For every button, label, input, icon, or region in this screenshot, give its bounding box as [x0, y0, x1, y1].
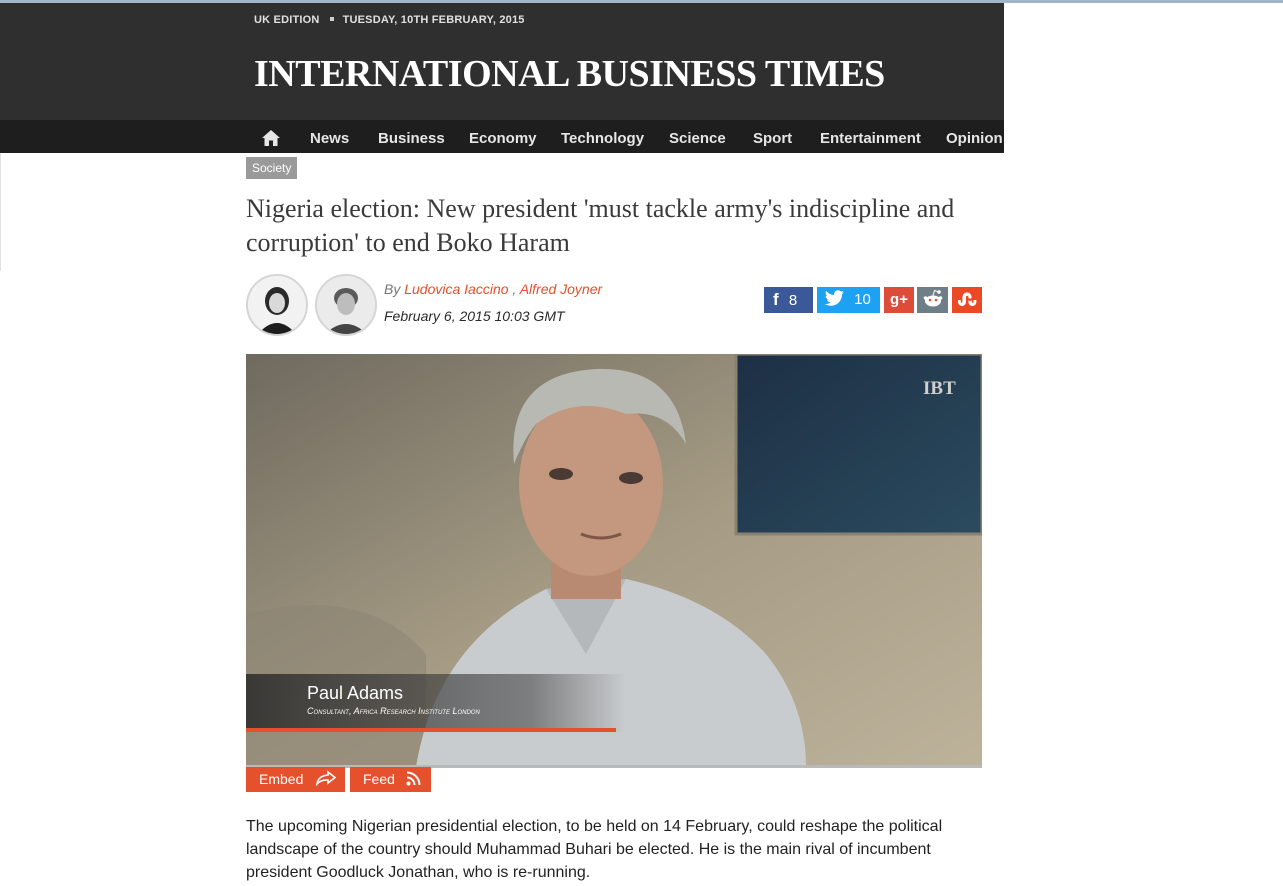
share-arrow-icon: [316, 770, 337, 787]
facebook-icon: f: [773, 290, 779, 309]
google-plus-share-button[interactable]: g+: [884, 287, 914, 313]
facebook-share-button[interactable]: f 8: [764, 287, 813, 313]
article-headline: Nigeria election: New president 'must ta…: [246, 194, 955, 257]
nav-business[interactable]: Business: [378, 130, 445, 147]
nav-right-blank: [1004, 120, 1283, 153]
separator-dot: [329, 17, 334, 22]
rss-icon: [406, 771, 421, 786]
author-avatar-2[interactable]: [315, 274, 377, 336]
nav-entertainment[interactable]: Entertainment: [820, 130, 921, 147]
publish-date: February 6, 2015 10:03 GMT: [384, 308, 565, 324]
google-plus-icon: g+: [890, 291, 908, 308]
header-right-blank: [1004, 3, 1283, 120]
author-photo-icon: [317, 276, 375, 334]
video-player[interactable]: IBT Paul Adams Consultant, Africa Resear…: [246, 354, 982, 767]
nav-news[interactable]: News: [310, 130, 349, 147]
byline-prefix: By: [384, 281, 401, 297]
author-photo-icon: [248, 276, 306, 334]
reddit-icon: [923, 289, 942, 307]
feed-label: Feed: [363, 771, 395, 787]
home-icon[interactable]: [261, 129, 281, 147]
author-avatar-1[interactable]: [246, 274, 308, 336]
facebook-count: 8: [788, 292, 798, 309]
nav-sport[interactable]: Sport: [753, 130, 792, 147]
twitter-count: 10: [854, 291, 871, 308]
edition-link[interactable]: UK EDITION: [254, 14, 320, 26]
nav-opinion[interactable]: Opinion: [946, 130, 1003, 147]
nav-technology[interactable]: Technology: [561, 130, 644, 147]
article-paragraph: The upcoming Nigerian presidential elect…: [246, 818, 943, 881]
edition-line: UK EDITION TUESDAY, 10TH FEBRUARY, 2015: [254, 14, 525, 26]
stumbleupon-share-button[interactable]: [952, 287, 982, 313]
lower-third-title: Consultant, Africa Research Institute Lo…: [307, 706, 480, 716]
lower-third-name: Paul Adams: [307, 683, 404, 703]
page-edge-line: [0, 153, 1, 271]
author-link-1[interactable]: Ludovica Iaccino: [404, 281, 508, 297]
twitter-share-button[interactable]: 10: [817, 287, 880, 313]
feed-button[interactable]: Feed: [350, 767, 431, 792]
video-watermark: IBT: [923, 378, 956, 399]
stumbleupon-icon: [958, 292, 977, 306]
current-date: TUESDAY, 10TH FEBRUARY, 2015: [342, 14, 525, 26]
embed-button[interactable]: Embed: [246, 767, 345, 792]
twitter-icon: [824, 290, 844, 306]
nav-economy[interactable]: Economy: [469, 130, 537, 147]
reddit-share-button[interactable]: [917, 287, 948, 313]
author-link-2[interactable]: Alfred Joyner: [520, 281, 602, 297]
category-tag[interactable]: Society: [246, 157, 298, 179]
author-separator: ,: [512, 281, 517, 297]
byline: By Ludovica Iaccino , Alfred Joyner: [384, 281, 602, 297]
embed-label: Embed: [259, 771, 304, 787]
site-logo[interactable]: INTERNATIONAL BUSINESS TIMES: [254, 52, 885, 96]
nav-science[interactable]: Science: [669, 130, 726, 147]
